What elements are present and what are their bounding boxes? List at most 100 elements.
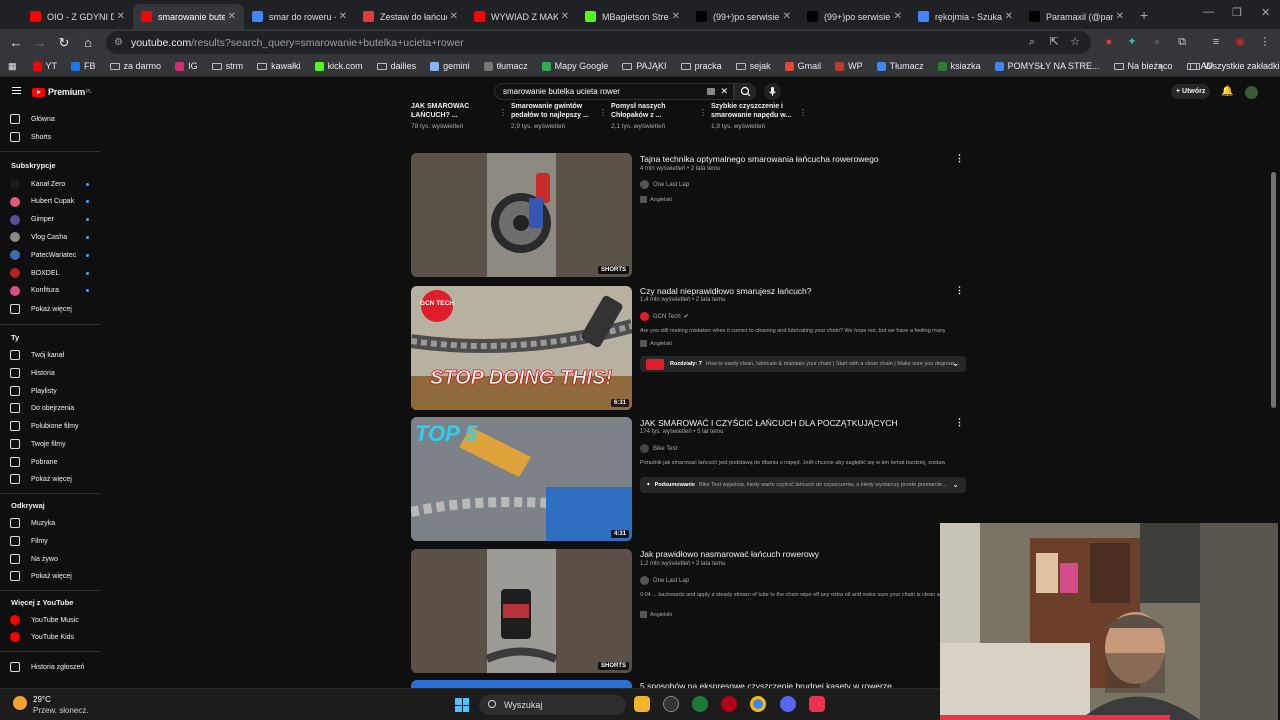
related-video[interactable]: Pomysł naszych Chłopaków z ... 2,1 tys. w… [611,102,707,130]
create-button[interactable]: + Utwórz [1171,84,1211,99]
browser-tab[interactable]: OIO - Z GDYNI DO✕ [22,4,133,29]
menu-hamburger-icon[interactable] [12,87,21,94]
summary-bar[interactable]: ✦ Podsumowanie Bike Test wyjaśnia, kiedy … [640,477,966,493]
browser-tab[interactable]: Zestaw do łańcuch✕ [355,4,466,29]
tab-close-icon[interactable]: ✕ [1116,11,1124,22]
tab-close-icon[interactable]: ✕ [228,11,236,22]
search-button[interactable] [734,83,756,100]
bookmark-item[interactable]: Tłumacz [876,61,924,71]
sidebar-item[interactable]: YouTube Kids [0,630,100,644]
video-thumbnail[interactable]: GCN TECH STOP DOING THIS! 6:31 [411,286,632,410]
windows-start-icon[interactable] [455,698,469,712]
chrome-icon[interactable] [750,696,766,712]
close-window-icon[interactable]: ✕ [1261,6,1270,19]
opera-icon[interactable] [721,696,737,712]
keyboard-icon[interactable] [707,88,715,95]
sidebar-item[interactable]: Historia [0,366,100,380]
sidebar-item[interactable]: Twoje filmy [0,437,100,451]
bookmark-star-icon[interactable]: ☆ [1069,36,1081,48]
bookmark-item[interactable]: IG [175,61,198,71]
sidebar-item[interactable]: Filmy [0,534,100,548]
result-channel[interactable]: GCN Tech ✔ [640,312,689,321]
sidebar-item[interactable]: Polubione filmy [0,419,100,433]
bookmark-item[interactable]: ksiazka [937,61,981,71]
sidebar-item[interactable]: PatecWariatec [0,248,100,262]
more-actions-icon[interactable]: ⋮ [955,417,964,428]
result-title[interactable]: Tajna technika optymalnego smarowania ła… [640,154,879,164]
more-bookmarks-icon[interactable]: » [1158,60,1163,70]
tab-close-icon[interactable]: ✕ [1005,11,1013,22]
discord-icon[interactable] [780,696,796,712]
sidebar-item[interactable]: Na żywo [0,552,100,566]
chevron-down-icon[interactable]: ⌄ [952,480,959,489]
sidebar-item[interactable]: Muzyka [0,516,100,530]
more-from-youtube-heading[interactable]: Więcej z YouTube [11,598,73,607]
minimize-icon[interactable]: — [1203,6,1214,18]
bookmark-item[interactable]: Na bieżąco [1113,61,1173,71]
taskbar-search[interactable]: Wyszukaj [479,695,626,715]
tab-close-icon[interactable]: ✕ [783,11,791,22]
youtube-logo[interactable]: Premium PL [32,87,92,97]
sidebar-item[interactable]: Pokaż więcej [0,302,100,316]
more-actions-icon[interactable]: ⋮ [499,108,507,117]
page-scrollbar[interactable] [1271,172,1276,408]
notifications-bell-icon[interactable]: 🔔 [1221,86,1233,97]
video-thumbnail[interactable]: SHORTS [411,153,632,277]
forward-icon[interactable]: → [28,35,52,50]
bookmark-item[interactable]: kawałki [257,61,301,71]
account-avatar[interactable] [1245,86,1258,99]
sidebar-item[interactable]: Konfitura [0,284,100,298]
settings-gear-icon[interactable] [663,696,679,712]
browser-tab[interactable]: Paramaxil (@para ✕ [1021,4,1132,29]
bookmark-item[interactable]: Mapy Google [541,61,608,71]
browser-tab[interactable]: (99+)po serwisie a ✕ [799,4,910,29]
bookmark-item[interactable]: FB [71,61,96,71]
sidebar-item[interactable]: Historia zgłoszeń [0,660,100,674]
bookmark-item[interactable]: sejak [735,61,771,71]
browser-tab[interactable]: WYWIAD Z MAKA ✕ [466,4,577,29]
sidebar-item[interactable]: Gimper [0,213,100,227]
bookmark-item[interactable]: kick.com [314,61,363,71]
all-bookmarks[interactable]: Wszystkie zakładki [1190,61,1280,71]
related-video[interactable]: Smarowanie gwintów pedałów to najlepszy … [511,102,607,130]
obs-app-icon[interactable] [809,696,825,712]
sidebar-item[interactable]: Shorts [0,130,100,144]
browser-tab[interactable]: smarowanie butelk✕ [133,4,244,29]
more-actions-icon[interactable]: ⋮ [599,108,607,117]
address-bar[interactable]: ⚙ youtube.com/results?search_query=smaro… [106,31,1091,54]
bookmark-item[interactable]: strm [211,61,243,71]
apps-grid-icon[interactable]: ▦ [8,61,17,72]
tab-close-icon[interactable]: ✕ [117,11,125,22]
browser-tab[interactable]: smar do roweru - ✕ [244,4,355,29]
weather-widget[interactable]: 29°C Przew. słonecz. [13,694,89,716]
bookmark-item[interactable]: tłumacz [483,61,528,71]
install-app-icon[interactable]: ⇱ [1048,36,1060,48]
browser-tab[interactable]: rękojmia - Szukaj ✕ [910,4,1021,29]
sidebar-item[interactable]: Główna [0,112,100,126]
sidebar-item[interactable]: YouTube Music [0,613,100,627]
browser-menu-icon[interactable]: ⋮ [1259,36,1271,48]
search-input[interactable]: smarowanie butelka ucieta rower ✕ [494,83,734,100]
bookmark-item[interactable]: gemini [430,61,470,71]
more-actions-icon[interactable]: ⋮ [799,108,807,117]
sidebar-item[interactable]: Vlog Casha [0,230,100,244]
explore-heading[interactable]: Odkrywaj [11,501,45,510]
sidebar-item[interactable]: Playlisty [0,384,100,398]
home-icon[interactable]: ⌂ [76,35,100,50]
tab-close-icon[interactable]: ✕ [672,11,680,22]
result-title[interactable]: JAK SMAROWAĆ I CZYŚCIĆ ŁAŃCUCH DLA POCZĄ… [640,418,898,428]
chevron-down-icon[interactable]: ⌄ [952,359,959,368]
related-video[interactable]: JAK SMAROWAĆ ŁAŃCUCH? ... 78 tys. wyświet… [411,102,507,130]
more-actions-icon[interactable]: ⋮ [699,108,707,117]
bookmark-item[interactable]: dailies [376,61,416,71]
video-thumbnail[interactable]: TOP 5 4:31 [411,417,632,541]
you-heading[interactable]: Ty [11,333,19,342]
result-channel[interactable]: One Last Lap [640,180,689,189]
tab-close-icon[interactable]: ✕ [339,11,347,22]
bookmark-item[interactable]: Gmail [784,61,821,71]
file-explorer-icon[interactable] [634,696,650,712]
sidebar-item[interactable]: Twój kanał [0,348,100,362]
bookmark-item[interactable]: pracka [680,61,722,71]
video-thumbnail[interactable]: SHORTS [411,549,632,673]
voice-search-button[interactable] [764,83,781,100]
